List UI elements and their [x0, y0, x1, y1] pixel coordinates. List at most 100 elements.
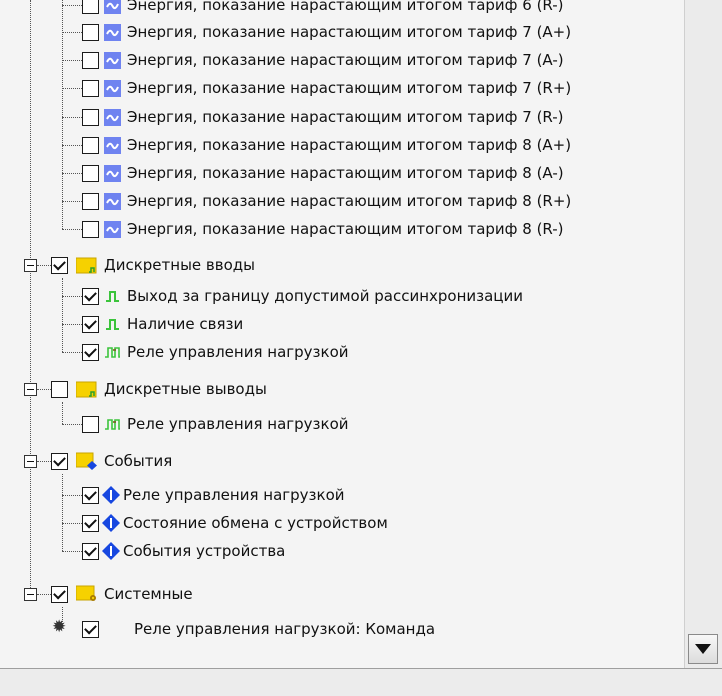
- discrete-relay-icon: [105, 346, 120, 358]
- tree-item-energy[interactable]: Энергия, показание нарастающим итогом та…: [82, 0, 564, 19]
- tree-item-energy[interactable]: Энергия, показание нарастающим итогом та…: [82, 131, 571, 159]
- tree-item-event[interactable]: Состояние обмена с устройством: [82, 509, 388, 537]
- vertical-scrollbar[interactable]: [684, 0, 722, 668]
- tree-group-label: Системные: [104, 585, 193, 603]
- tree-item-label: Энергия, показание нарастающим итогом та…: [127, 108, 564, 126]
- tree-item-discrete[interactable]: Наличие связи: [82, 310, 243, 338]
- tree-item-label: Наличие связи: [127, 315, 244, 333]
- arrow-down-icon: [695, 644, 711, 654]
- tree-item-label: Энергия, показание нарастающим итогом та…: [127, 79, 572, 97]
- event-info-icon: [102, 486, 120, 504]
- checkbox[interactable]: [82, 343, 99, 361]
- tree-connector-line: [62, 495, 82, 496]
- tree-connector-line: [62, 5, 82, 6]
- tree-item-event[interactable]: События устройства: [82, 537, 285, 565]
- checkbox[interactable]: [51, 452, 68, 470]
- collapse-toggle[interactable]: [24, 588, 37, 601]
- tree-group-label: Дискретные выводы: [104, 380, 267, 398]
- tree-item-discrete[interactable]: Реле управления нагрузкой: [82, 338, 349, 366]
- tree-connector-line: [62, 324, 82, 325]
- tree-item-energy[interactable]: Энергия, показание нарастающим итогом та…: [82, 74, 571, 102]
- scroll-down-button[interactable]: [688, 634, 718, 664]
- checkbox[interactable]: [82, 192, 99, 210]
- checkbox[interactable]: [82, 23, 99, 41]
- gear-icon: ✹: [52, 617, 67, 637]
- energy-measure-icon: [104, 192, 121, 210]
- tree-item-label: Энергия, показание нарастающим итогом та…: [127, 23, 572, 41]
- tree-connector-line: [62, 474, 63, 551]
- tree-group-discrete-inputs[interactable]: Дискретные вводы: [51, 251, 255, 279]
- checkbox[interactable]: [51, 380, 68, 398]
- tree-view[interactable]: Энергия, показание нарастающим итогом та…: [0, 0, 684, 668]
- checkbox[interactable]: [82, 0, 99, 14]
- tree-item-energy[interactable]: Энергия, показание нарастающим итогом та…: [82, 46, 564, 74]
- tree-connector-line: [62, 32, 82, 33]
- folder-event-icon: [76, 452, 97, 470]
- collapse-toggle[interactable]: [24, 383, 37, 396]
- checkbox[interactable]: [82, 514, 99, 532]
- checkbox[interactable]: [82, 620, 99, 638]
- tree-item-energy[interactable]: Энергия, показание нарастающим итогом та…: [82, 18, 571, 46]
- collapse-toggle[interactable]: [24, 455, 37, 468]
- event-info-icon: [102, 542, 120, 560]
- tree-item-label: Реле управления нагрузкой: Команда: [134, 620, 436, 638]
- checkbox[interactable]: [82, 51, 99, 69]
- energy-measure-icon: [104, 164, 121, 182]
- tree-group-label: Дискретные вводы: [104, 256, 255, 274]
- discrete-signal-icon: [106, 290, 119, 302]
- tree-connector-line: [62, 173, 82, 174]
- tree-item-discrete[interactable]: Выход за границу допустимой рассинхрониз…: [82, 282, 523, 310]
- tree-connector-line: [62, 88, 82, 89]
- tree-connector-line: [62, 229, 82, 230]
- tree-group-label: События: [104, 452, 173, 470]
- checkbox[interactable]: [82, 486, 99, 504]
- discrete-signal-icon: [106, 318, 119, 330]
- energy-measure-icon: [104, 108, 121, 126]
- checkbox[interactable]: [82, 220, 99, 238]
- tree-connector-line: [62, 0, 63, 229]
- event-info-icon: [102, 514, 120, 532]
- discrete-relay-icon: [105, 418, 120, 430]
- energy-measure-icon: [104, 79, 121, 97]
- checkbox[interactable]: [82, 136, 99, 154]
- checkbox[interactable]: [82, 542, 99, 560]
- tree-item-label: Реле управления нагрузкой: [127, 343, 349, 361]
- energy-measure-icon: [104, 220, 121, 238]
- checkbox[interactable]: [82, 315, 99, 333]
- tree-connector-line: [37, 594, 51, 595]
- energy-measure-icon: [104, 0, 121, 14]
- checkbox[interactable]: [51, 585, 68, 603]
- tree-group-system[interactable]: Системные: [51, 580, 193, 608]
- tree-item-label: Энергия, показание нарастающим итогом та…: [127, 192, 572, 210]
- energy-measure-icon: [104, 51, 121, 69]
- tree-group-events[interactable]: События: [51, 447, 172, 475]
- checkbox[interactable]: [82, 79, 99, 97]
- tree-item-label: Энергия, показание нарастающим итогом та…: [127, 164, 564, 182]
- tree-item-label: Энергия, показание нарастающим итогом та…: [127, 0, 564, 14]
- folder-system-icon: [76, 585, 96, 601]
- tree-item-event[interactable]: Реле управления нагрузкой: [82, 481, 345, 509]
- checkbox[interactable]: [51, 256, 68, 274]
- checkbox[interactable]: [82, 108, 99, 126]
- tree-item-label: Состояние обмена с устройством: [123, 514, 388, 532]
- checkbox[interactable]: [82, 415, 99, 433]
- tree-connector-line: [62, 117, 82, 118]
- collapse-toggle[interactable]: [24, 259, 37, 272]
- tree-item-system[interactable]: Реле управления нагрузкой: Команда: [82, 615, 435, 643]
- tree-item-energy[interactable]: Энергия, показание нарастающим итогом та…: [82, 187, 571, 215]
- tree-connector-line: [62, 523, 82, 524]
- checkbox[interactable]: [82, 164, 99, 182]
- tree-item-energy[interactable]: Энергия, показание нарастающим итогом та…: [82, 215, 564, 243]
- checkbox[interactable]: [82, 287, 99, 305]
- tree-group-discrete-outputs[interactable]: Дискретные выводы: [51, 375, 267, 403]
- tree-connector-line: [62, 402, 63, 424]
- tree-item-discrete[interactable]: Реле управления нагрузкой: [82, 410, 349, 438]
- tree-connector-line: [62, 352, 82, 353]
- tree-connector-line: [62, 278, 63, 352]
- tree-item-label: Энергия, показание нарастающим итогом та…: [127, 220, 564, 238]
- tree-item-energy[interactable]: Энергия, показание нарастающим итогом та…: [82, 103, 564, 131]
- tree-item-label: Энергия, показание нарастающим итогом та…: [127, 136, 572, 154]
- tree-item-label: Выход за границу допустимой рассинхрониз…: [127, 287, 524, 305]
- tree-connector-line: [62, 145, 82, 146]
- tree-item-energy[interactable]: Энергия, показание нарастающим итогом та…: [82, 159, 564, 187]
